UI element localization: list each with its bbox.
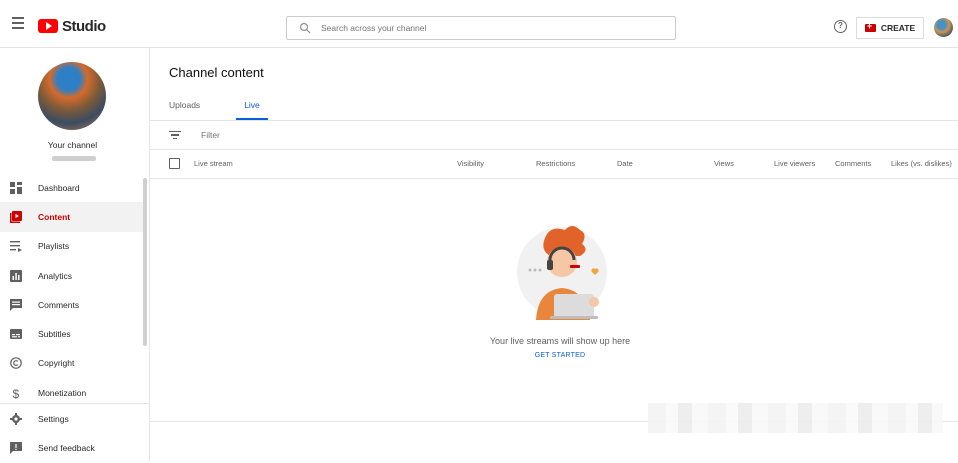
comments-icon (10, 298, 22, 311)
channel-label: Your channel (47, 140, 98, 150)
create-button[interactable]: CREATE (856, 17, 924, 39)
sidebar-item-label: Subtitles (38, 329, 71, 340)
main-content: Channel content Uploads Live Live stream… (150, 48, 958, 462)
help-icon[interactable]: ? (834, 20, 847, 33)
sidebar-item-settings[interactable]: Settings (0, 404, 150, 433)
sidebar-item-content[interactable]: Content (0, 202, 145, 232)
account-avatar[interactable] (934, 18, 953, 37)
gear-icon (10, 412, 22, 425)
get-started-link[interactable]: GET STARTED (450, 352, 670, 359)
column-comments[interactable]: Comments (835, 159, 871, 168)
dashboard-icon (10, 181, 22, 194)
empty-state: Your live streams will show up here GET … (450, 220, 670, 359)
search-input[interactable] (321, 23, 661, 33)
subtitles-icon (10, 329, 22, 340)
filter-icon[interactable] (169, 129, 181, 142)
blurred-watermark (648, 403, 943, 433)
svg-text:$: $ (13, 387, 20, 399)
sidebar-item-label: Dashboard (38, 182, 80, 193)
video-plus-icon (864, 21, 876, 32)
tab-live[interactable]: Live (236, 98, 268, 120)
dollar-icon: $ (13, 387, 20, 399)
studio-logo[interactable]: Studio (38, 17, 106, 35)
hamburger-menu-icon[interactable] (8, 14, 28, 34)
empty-message: Your live streams will show up here (489, 336, 631, 346)
sidebar-item-label: Monetization (38, 387, 87, 398)
playlists-icon (10, 241, 22, 253)
sidebar-item-label: Settings (38, 413, 69, 424)
search-icon (299, 22, 311, 34)
create-label: CREATE (880, 23, 916, 33)
channel-avatar[interactable] (38, 62, 106, 130)
tab-uploads[interactable]: Uploads (169, 98, 200, 120)
column-live-viewers[interactable]: Live viewers (774, 159, 815, 168)
sidebar-bottom-nav: Settings Send feedback (0, 403, 150, 463)
sidebar-item-label: Comments (38, 299, 80, 310)
column-views[interactable]: Views (714, 159, 734, 168)
channel-name-redacted (52, 156, 96, 161)
select-all-checkbox[interactable] (169, 158, 180, 169)
sidebar: Your channel Dashboard Content Playlists… (0, 48, 150, 462)
column-likes[interactable]: Likes (vs. dislikes) (891, 159, 952, 168)
content-tabs: Uploads Live (169, 98, 312, 120)
live-stream-illustration (517, 226, 607, 320)
sidebar-item-analytics[interactable]: Analytics (0, 261, 145, 290)
sidebar-item-dashboard[interactable]: Dashboard (0, 173, 145, 202)
sidebar-item-label: Analytics (38, 270, 73, 281)
copyright-icon (10, 357, 22, 370)
column-restrictions[interactable]: Restrictions (536, 159, 575, 168)
sidebar-scrollbar[interactable] (143, 178, 147, 346)
top-app-bar: Studio ? CREATE (0, 0, 958, 48)
sidebar-item-label: Send feedback (38, 442, 95, 453)
logo-text: Studio (62, 17, 106, 35)
filter-bar (150, 121, 958, 150)
sidebar-item-subtitles[interactable]: Subtitles (0, 319, 145, 348)
sidebar-item-copyright[interactable]: Copyright (0, 349, 145, 378)
sidebar-item-comments[interactable]: Comments (0, 290, 145, 319)
sidebar-item-send-feedback[interactable]: Send feedback (0, 433, 150, 462)
sidebar-item-label: Playlists (38, 241, 70, 252)
sidebar-item-playlists[interactable]: Playlists (0, 232, 145, 261)
sidebar-item-label: Content (38, 211, 71, 222)
youtube-play-icon (38, 19, 58, 33)
sidebar-item-label: Copyright (38, 358, 75, 369)
content-icon (10, 210, 22, 223)
analytics-icon (10, 269, 22, 282)
column-date[interactable]: Date (617, 159, 633, 168)
column-live-stream[interactable]: Live stream (194, 159, 233, 168)
table-header: Live stream Visibility Restrictions Date… (150, 150, 958, 179)
sidebar-nav: Dashboard Content Playlists Analytics Co… (0, 173, 145, 407)
filter-input[interactable] (201, 130, 501, 140)
column-visibility[interactable]: Visibility (457, 159, 484, 168)
search-box[interactable] (286, 16, 676, 40)
feedback-icon (10, 441, 22, 454)
page-title: Channel content (169, 65, 264, 80)
